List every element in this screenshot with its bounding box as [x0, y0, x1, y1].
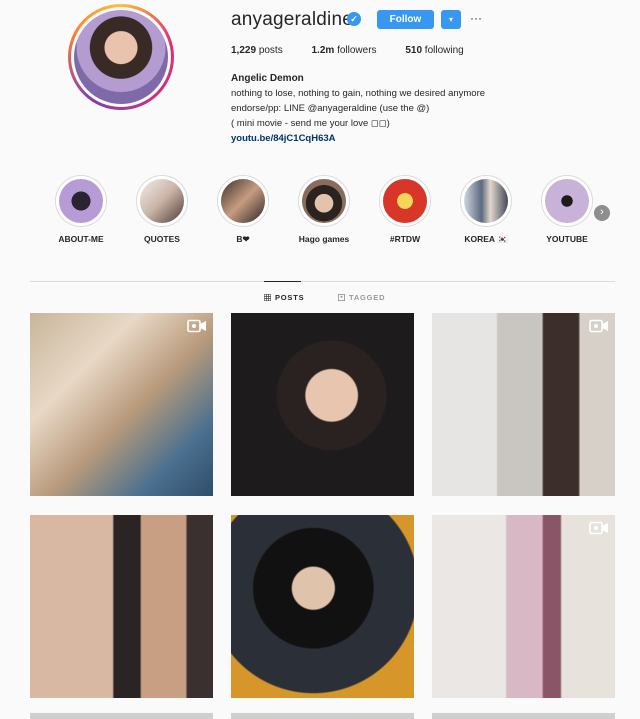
highlight-cover [545, 179, 589, 223]
highlight-ring [55, 175, 107, 227]
post-thumbnail[interactable] [30, 713, 213, 719]
video-icon [187, 319, 206, 333]
post-thumbnail[interactable] [432, 713, 615, 719]
profile-avatar-story-ring[interactable] [68, 4, 174, 110]
highlight-item[interactable]: B❤ [202, 175, 284, 245]
bio-line: ( mini movie - send me your love ◻◻) [231, 118, 390, 129]
posts-count: 1,229 [231, 45, 257, 56]
highlight-ring [298, 175, 350, 227]
post-thumbnail[interactable] [231, 713, 414, 719]
highlight-label: #RTDW [389, 234, 421, 244]
highlight-cover [59, 179, 103, 223]
highlight-label: YOUTUBE [546, 234, 588, 244]
highlight-cover [464, 179, 508, 223]
following-stat[interactable]: 510 following [405, 45, 463, 56]
highlight-ring [217, 175, 269, 227]
story-highlights: ABOUT-ME QUOTES B❤ Hago games #RTDW KORE… [0, 175, 640, 250]
followers-label: followers [337, 45, 377, 56]
tagged-icon [338, 294, 345, 301]
highlights-next-arrow-icon[interactable]: › [594, 205, 610, 221]
avatar [74, 10, 168, 104]
avatar-inner [71, 7, 171, 107]
highlight-ring [460, 175, 512, 227]
post-thumbnail[interactable] [30, 515, 213, 698]
tab-posts-label: POSTS [275, 293, 305, 302]
posts-stat: 1,229 posts [231, 45, 283, 56]
highlight-ring [379, 175, 431, 227]
highlight-ring [136, 175, 188, 227]
followers-count: 1.2m [311, 45, 335, 56]
post-thumbnail[interactable] [231, 515, 414, 698]
highlight-item[interactable]: ABOUT-ME [40, 175, 122, 244]
bio-line: nothing to lose, nothing to gain, nothin… [231, 88, 486, 99]
highlight-cover [383, 179, 427, 223]
profile-stats: 1,229 posts 1.2m followers 510 following [231, 45, 490, 56]
following-label: following [424, 45, 464, 56]
post-thumbnail[interactable] [30, 313, 213, 496]
grid-icon [264, 294, 271, 301]
bio-line: endorse/pp: LINE @anyageraldine (use the… [231, 103, 430, 114]
highlight-cover [221, 179, 265, 223]
video-icon [589, 521, 608, 535]
highlight-item[interactable]: Hago games [283, 175, 365, 244]
highlight-label: QUOTES [144, 234, 180, 244]
highlight-label: B❤ [236, 234, 250, 244]
more-options-icon[interactable]: ··· [468, 10, 484, 29]
verified-badge-icon: ✓ [347, 12, 361, 26]
highlight-label: ABOUT-ME [58, 234, 104, 244]
tab-tagged-label: TAGGED [349, 293, 386, 302]
profile-bio: Angelic Demon nothing to lose, nothing t… [231, 71, 531, 146]
highlight-label: KOREA 🇰🇷 [464, 234, 508, 244]
following-count: 510 [405, 45, 423, 56]
posts-label: posts [258, 45, 283, 56]
suggested-accounts-dropdown-button[interactable]: ▾ [441, 10, 461, 29]
highlight-item[interactable]: QUOTES [121, 175, 203, 244]
highlight-cover [140, 179, 184, 223]
profile-username: anyageraldine [231, 9, 353, 30]
highlight-ring [541, 175, 593, 227]
tab-posts[interactable]: POSTS [264, 293, 304, 302]
post-thumbnail[interactable] [432, 313, 615, 496]
tab-active-indicator [264, 281, 301, 282]
followers-stat[interactable]: 1.2m followers [312, 45, 377, 56]
highlight-cover [302, 179, 346, 223]
post-thumbnail[interactable] [231, 313, 414, 496]
video-icon [589, 319, 608, 333]
bio-website-link[interactable]: youtu.be/84jC1CqH63A [231, 131, 531, 146]
tab-divider [30, 281, 615, 282]
highlight-item[interactable]: #RTDW [364, 175, 446, 244]
highlight-label: Hago games [298, 234, 350, 244]
post-thumbnail[interactable] [432, 515, 615, 698]
tab-tagged[interactable]: TAGGED [338, 293, 385, 302]
bio-full-name: Angelic Demon [231, 73, 304, 84]
highlight-item[interactable]: KOREA 🇰🇷 [445, 175, 527, 245]
follow-button[interactable]: Follow [377, 10, 434, 29]
